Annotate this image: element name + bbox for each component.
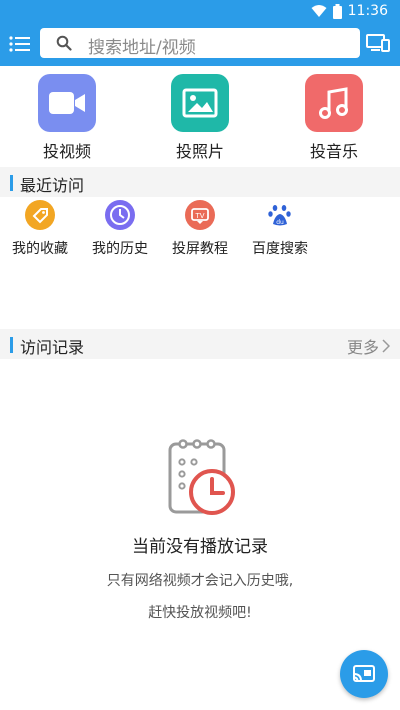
- search-icon: [56, 35, 72, 51]
- tile-icon-box: [305, 74, 363, 132]
- image-icon: [182, 88, 218, 118]
- tile-icon-box: [171, 74, 229, 132]
- empty-state-line2: 赶快投放视频吧!: [148, 605, 252, 621]
- tag-icon: [25, 200, 55, 230]
- status-icons: 11:36: [311, 3, 388, 19]
- wifi-icon: [311, 5, 327, 17]
- more-label: 更多: [346, 338, 379, 357]
- chevron-right-icon: [382, 339, 390, 353]
- recent-item-favorites[interactable]: 我的收藏: [5, 200, 75, 258]
- section-accent-bar: [10, 337, 13, 353]
- recent-item-history[interactable]: 我的历史: [85, 200, 155, 258]
- recent-items: 我的收藏 我的历史 TV 投屏教程 du 百度搜索: [0, 200, 400, 260]
- search-input[interactable]: 搜索地址/视频: [40, 28, 360, 58]
- list-menu-icon: [9, 36, 30, 52]
- app-bar: 搜索地址/视频: [0, 22, 400, 66]
- music-note-icon: [319, 87, 348, 119]
- tile-cast-photo[interactable]: 投照片: [160, 74, 240, 162]
- svg-text:du: du: [276, 219, 284, 226]
- status-time: 11:36: [347, 3, 388, 19]
- recent-icon-wrap: [105, 200, 135, 230]
- status-bar: 11:36: [0, 0, 400, 22]
- recent-icon-wrap: [25, 200, 55, 230]
- tile-label: 投照片: [175, 142, 224, 161]
- recent-item-baidu[interactable]: du 百度搜索: [245, 200, 315, 258]
- tv-icon: TV: [185, 200, 215, 230]
- recent-section-header: 最近访问: [0, 167, 400, 197]
- clock-icon: [105, 200, 135, 230]
- cast-icon: [353, 665, 375, 682]
- menu-button[interactable]: [8, 33, 32, 55]
- baidu-paw-icon: du: [265, 200, 295, 230]
- recent-label: 投屏教程: [172, 241, 228, 257]
- recent-label: 我的历史: [92, 241, 148, 257]
- history-section-header: 访问记录 更多: [0, 329, 400, 359]
- section-title: 访问记录: [20, 338, 85, 357]
- tile-cast-music[interactable]: 投音乐: [294, 74, 374, 162]
- cast-fab-button[interactable]: [340, 650, 388, 698]
- recent-icon-wrap: du: [265, 200, 295, 230]
- battery-icon: [332, 3, 342, 19]
- tile-cast-video[interactable]: 投视频: [27, 74, 107, 162]
- devices-cast-icon: [366, 34, 390, 52]
- recent-label: 百度搜索: [252, 241, 308, 257]
- recent-label: 我的收藏: [12, 241, 68, 257]
- recent-item-tutorial[interactable]: TV 投屏教程: [165, 200, 235, 258]
- section-accent-bar: [10, 175, 13, 191]
- empty-state-title: 当前没有播放记录: [132, 537, 268, 557]
- more-link[interactable]: 更多: [347, 334, 390, 358]
- empty-state-line1: 只有网络视频才会记入历史哦,: [106, 573, 294, 589]
- section-title: 最近访问: [20, 176, 85, 195]
- tile-label: 投视频: [42, 142, 91, 161]
- recent-icon-wrap: TV: [185, 200, 215, 230]
- video-camera-icon: [49, 92, 85, 114]
- tile-icon-box: [38, 74, 96, 132]
- svg-text:TV: TV: [194, 212, 204, 220]
- cast-shortcuts: 投视频 投照片 投音乐: [0, 70, 400, 162]
- screen-cast-button[interactable]: [366, 32, 390, 54]
- empty-state-illustration: [0, 430, 400, 530]
- calendar-clock-icon: [168, 439, 235, 515]
- tile-label: 投音乐: [309, 142, 358, 161]
- search-placeholder: 搜索地址/视频: [88, 38, 196, 58]
